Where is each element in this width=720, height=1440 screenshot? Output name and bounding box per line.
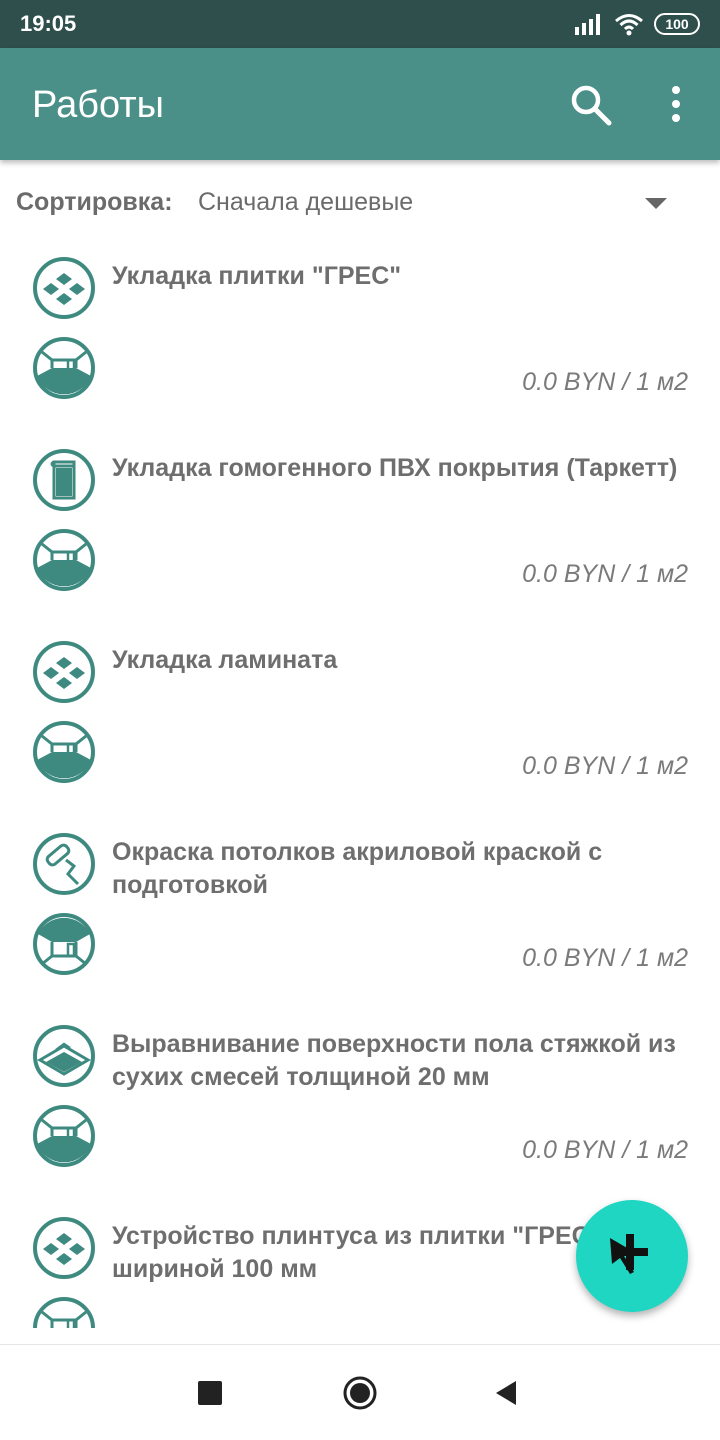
list-item[interactable]: Укладка гомогенного ПВХ покрытия (Таркет… xyxy=(0,432,720,624)
item-price: 0.0 BYN / 1 м2 xyxy=(522,1136,688,1164)
tiles-icon xyxy=(33,1217,95,1279)
recent-apps-icon[interactable] xyxy=(198,1381,222,1405)
page-title: Работы xyxy=(32,84,164,126)
app-bar: Работы xyxy=(0,48,720,160)
add-button[interactable] xyxy=(576,1200,688,1312)
wifi-icon xyxy=(615,14,643,36)
screed-icon xyxy=(33,1025,95,1087)
add-icon xyxy=(610,1234,648,1274)
sort-value[interactable]: Сначала дешевые xyxy=(198,188,413,217)
tiles-icon xyxy=(33,257,95,319)
battery-level: 100 xyxy=(665,16,689,32)
status-icons: 100 xyxy=(574,10,700,38)
item-price: 0.0 BYN / 1 м2 xyxy=(522,560,688,588)
dropdown-arrow-icon[interactable] xyxy=(642,194,670,214)
home-icon[interactable] xyxy=(342,1375,378,1411)
item-title: Окраска потолков акриловой краской с под… xyxy=(112,838,603,899)
more-vert-icon[interactable] xyxy=(656,82,696,128)
item-price: 0.0 BYN / 1 м2 xyxy=(522,752,688,780)
sort-label: Сортировка: xyxy=(16,188,173,216)
room-icon xyxy=(33,1105,95,1167)
works-list[interactable]: Укладка плитки "ГРЕС" 0.0 BYN / 1 м2 Укл… xyxy=(0,240,720,1328)
item-title: Укладка ламината xyxy=(112,646,338,674)
item-price: 0.0 BYN / 1 м2 xyxy=(522,368,688,396)
tiles-icon xyxy=(33,641,95,703)
room-ceiling-icon xyxy=(33,913,95,975)
item-title: Укладка плитки "ГРЕС" xyxy=(112,262,402,290)
list-item[interactable]: Укладка плитки "ГРЕС" 0.0 BYN / 1 м2 xyxy=(0,240,720,432)
battery-icon: 100 xyxy=(654,13,700,35)
room-icon xyxy=(33,529,95,591)
paint-roller-icon xyxy=(33,833,95,895)
list-item[interactable]: Выравнивание поверхности пола стяжкой из… xyxy=(0,1008,720,1200)
room-icon xyxy=(33,337,95,399)
item-price: 0.0 BYN / 1 м2 xyxy=(522,944,688,972)
signal-icon xyxy=(575,14,600,35)
room-icon xyxy=(33,721,95,783)
item-title: Выравнивание поверхности пола стяжкой из… xyxy=(112,1030,676,1091)
search-icon[interactable] xyxy=(568,82,614,128)
status-time: 19:05 xyxy=(20,11,77,36)
status-bar: 19:05 100 xyxy=(0,0,720,48)
item-title: Укладка гомогенного ПВХ покрытия (Таркет… xyxy=(112,454,678,482)
back-icon[interactable] xyxy=(494,1379,518,1407)
room-icon xyxy=(33,1297,95,1328)
roll-covering-icon xyxy=(33,449,95,511)
list-item[interactable]: Окраска потолков акриловой краской с под… xyxy=(0,816,720,1008)
list-item[interactable]: Укладка ламината 0.0 BYN / 1 м2 xyxy=(0,624,720,816)
sort-spinner[interactable]: Сортировка: Сначала дешевые xyxy=(0,178,720,228)
system-nav-bar xyxy=(0,1344,720,1440)
